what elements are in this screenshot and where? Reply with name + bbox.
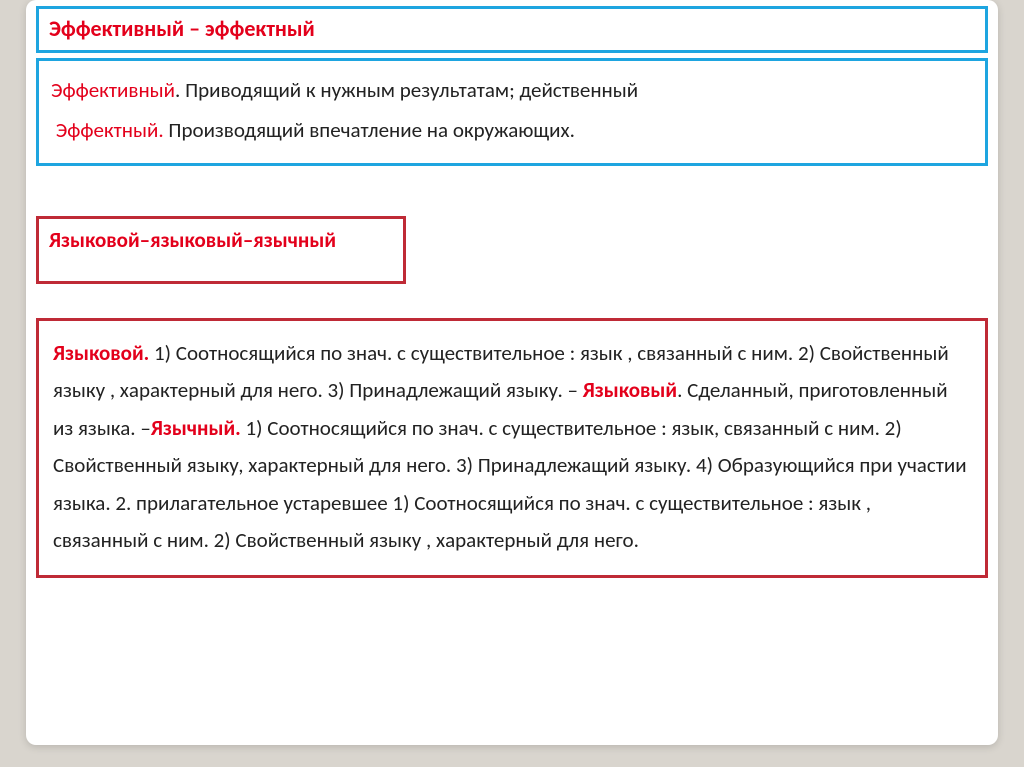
section2-title-box: Языковой–языковый–язычный: [36, 216, 406, 284]
section1-term1: Эффективный: [51, 77, 175, 103]
section2-term1: Языковой.: [53, 340, 149, 366]
slide-card: Эффективный – эффектный Эффективный. При…: [26, 0, 998, 745]
section1-definition-box: Эффективный. Приводящий к нужным результ…: [36, 58, 988, 166]
section1-def1: . Приводящий к нужным результатам; дейст…: [175, 77, 638, 103]
section1-title: Эффективный – эффектный: [49, 15, 315, 42]
section1-term2: Эффектный.: [56, 117, 164, 143]
section2-term3: Язычный.: [151, 415, 241, 441]
section2-term2: Языковый: [583, 377, 677, 403]
section2-definition-box: Языковой. 1) Соотносящийся по знач. с су…: [36, 318, 988, 578]
section1-def2: Производящий впечатление на окружающих.: [164, 117, 575, 143]
section2-title: Языковой–языковый–язычный: [49, 227, 336, 253]
page-background: Эффективный – эффектный Эффективный. При…: [0, 0, 1024, 767]
section1-title-box: Эффективный – эффектный: [36, 6, 988, 53]
